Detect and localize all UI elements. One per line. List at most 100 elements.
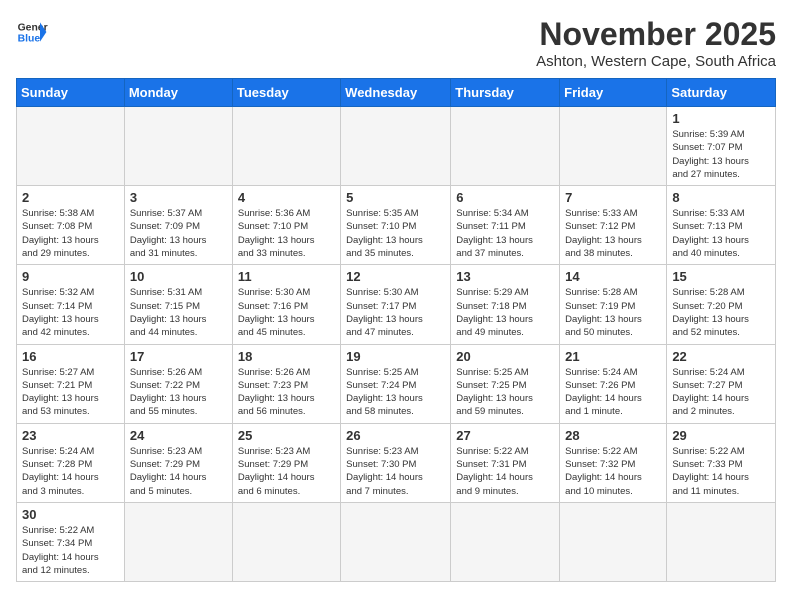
day-info: Sunrise: 5:28 AM Sunset: 7:19 PM Dayligh…: [565, 286, 661, 339]
day-info: Sunrise: 5:27 AM Sunset: 7:21 PM Dayligh…: [22, 366, 119, 419]
calendar-cell: 16 Sunrise: 5:27 AM Sunset: 7:21 PM Dayli…: [17, 344, 125, 423]
day-info: Sunrise: 5:24 AM Sunset: 7:26 PM Dayligh…: [565, 366, 661, 419]
logo: General Blue: [16, 16, 48, 48]
day-info: Sunrise: 5:25 AM Sunset: 7:24 PM Dayligh…: [346, 366, 445, 419]
weekday-header-monday: Monday: [124, 79, 232, 107]
page-header: General Blue November 2025 Ashton, Weste…: [16, 16, 776, 70]
calendar-cell: 20 Sunrise: 5:25 AM Sunset: 7:25 PM Dayli…: [451, 344, 560, 423]
svg-text:Blue: Blue: [18, 34, 41, 45]
calendar-cell: 29Sunrise: 5:22 AM Sunset: 7:33 PM Dayli…: [667, 423, 776, 502]
calendar-cell: 12 Sunrise: 5:30 AM Sunset: 7:17 PM Dayli…: [341, 265, 451, 344]
month-year-title: November 2025: [536, 16, 776, 53]
calendar-cell: [17, 107, 125, 186]
day-info: Sunrise: 5:28 AM Sunset: 7:20 PM Dayligh…: [672, 286, 770, 339]
day-number: 2: [22, 190, 119, 205]
day-info: Sunrise: 5:22 AM Sunset: 7:31 PM Dayligh…: [456, 445, 554, 498]
day-number: 30: [22, 507, 119, 522]
calendar-cell: 28 Sunrise: 5:22 AM Sunset: 7:32 PM Dayli…: [560, 423, 667, 502]
day-info: Sunrise: 5:35 AM Sunset: 7:10 PM Dayligh…: [346, 207, 445, 260]
logo-icon: General Blue: [16, 16, 48, 48]
day-info: Sunrise: 5:23 AM Sunset: 7:30 PM Dayligh…: [346, 445, 445, 498]
calendar-cell: 24 Sunrise: 5:23 AM Sunset: 7:29 PM Dayli…: [124, 423, 232, 502]
calendar-cell: 6Sunrise: 5:34 AM Sunset: 7:11 PM Daylig…: [451, 186, 560, 265]
calendar-week-row: 30Sunrise: 5:22 AM Sunset: 7:34 PM Dayli…: [17, 502, 776, 581]
calendar-cell: [124, 502, 232, 581]
day-info: Sunrise: 5:31 AM Sunset: 7:15 PM Dayligh…: [130, 286, 227, 339]
calendar-cell: [232, 107, 340, 186]
day-info: Sunrise: 5:33 AM Sunset: 7:13 PM Dayligh…: [672, 207, 770, 260]
calendar-table: SundayMondayTuesdayWednesdayThursdayFrid…: [16, 78, 776, 582]
day-info: Sunrise: 5:23 AM Sunset: 7:29 PM Dayligh…: [130, 445, 227, 498]
calendar-cell: [560, 502, 667, 581]
day-number: 28: [565, 428, 661, 443]
day-number: 1: [672, 111, 770, 126]
weekday-header-tuesday: Tuesday: [232, 79, 340, 107]
day-number: 6: [456, 190, 554, 205]
calendar-cell: 7Sunrise: 5:33 AM Sunset: 7:12 PM Daylig…: [560, 186, 667, 265]
calendar-cell: 19 Sunrise: 5:25 AM Sunset: 7:24 PM Dayli…: [341, 344, 451, 423]
day-number: 10: [130, 269, 227, 284]
day-info: Sunrise: 5:26 AM Sunset: 7:23 PM Dayligh…: [238, 366, 335, 419]
calendar-cell: 4Sunrise: 5:36 AM Sunset: 7:10 PM Daylig…: [232, 186, 340, 265]
calendar-cell: 3Sunrise: 5:37 AM Sunset: 7:09 PM Daylig…: [124, 186, 232, 265]
day-number: 24: [130, 428, 227, 443]
day-number: 9: [22, 269, 119, 284]
weekday-header-saturday: Saturday: [667, 79, 776, 107]
calendar-cell: [667, 502, 776, 581]
day-number: 27: [456, 428, 554, 443]
calendar-cell: 27 Sunrise: 5:22 AM Sunset: 7:31 PM Dayli…: [451, 423, 560, 502]
calendar-cell: 9 Sunrise: 5:32 AM Sunset: 7:14 PM Daylig…: [17, 265, 125, 344]
day-number: 16: [22, 349, 119, 364]
weekday-header-wednesday: Wednesday: [341, 79, 451, 107]
calendar-cell: [451, 107, 560, 186]
calendar-cell: 1Sunrise: 5:39 AM Sunset: 7:07 PM Daylig…: [667, 107, 776, 186]
location-subtitle: Ashton, Western Cape, South Africa: [536, 53, 776, 70]
calendar-cell: 30Sunrise: 5:22 AM Sunset: 7:34 PM Dayli…: [17, 502, 125, 581]
day-number: 23: [22, 428, 119, 443]
day-number: 22: [672, 349, 770, 364]
calendar-week-row: 2Sunrise: 5:38 AM Sunset: 7:08 PM Daylig…: [17, 186, 776, 265]
calendar-week-row: 1Sunrise: 5:39 AM Sunset: 7:07 PM Daylig…: [17, 107, 776, 186]
calendar-cell: [341, 502, 451, 581]
calendar-cell: [451, 502, 560, 581]
calendar-cell: 11 Sunrise: 5:30 AM Sunset: 7:16 PM Dayli…: [232, 265, 340, 344]
day-info: Sunrise: 5:29 AM Sunset: 7:18 PM Dayligh…: [456, 286, 554, 339]
calendar-cell: 18 Sunrise: 5:26 AM Sunset: 7:23 PM Dayli…: [232, 344, 340, 423]
calendar-cell: 8Sunrise: 5:33 AM Sunset: 7:13 PM Daylig…: [667, 186, 776, 265]
calendar-cell: 22Sunrise: 5:24 AM Sunset: 7:27 PM Dayli…: [667, 344, 776, 423]
weekday-header-row: SundayMondayTuesdayWednesdayThursdayFrid…: [17, 79, 776, 107]
calendar-cell: [560, 107, 667, 186]
day-info: Sunrise: 5:32 AM Sunset: 7:14 PM Dayligh…: [22, 286, 119, 339]
calendar-week-row: 16 Sunrise: 5:27 AM Sunset: 7:21 PM Dayli…: [17, 344, 776, 423]
day-number: 18: [238, 349, 335, 364]
day-info: Sunrise: 5:37 AM Sunset: 7:09 PM Dayligh…: [130, 207, 227, 260]
day-info: Sunrise: 5:24 AM Sunset: 7:28 PM Dayligh…: [22, 445, 119, 498]
day-number: 12: [346, 269, 445, 284]
day-number: 26: [346, 428, 445, 443]
calendar-cell: [232, 502, 340, 581]
calendar-cell: [341, 107, 451, 186]
day-info: Sunrise: 5:23 AM Sunset: 7:29 PM Dayligh…: [238, 445, 335, 498]
calendar-cell: 15Sunrise: 5:28 AM Sunset: 7:20 PM Dayli…: [667, 265, 776, 344]
day-number: 19: [346, 349, 445, 364]
day-number: 29: [672, 428, 770, 443]
day-number: 20: [456, 349, 554, 364]
day-info: Sunrise: 5:30 AM Sunset: 7:16 PM Dayligh…: [238, 286, 335, 339]
day-number: 17: [130, 349, 227, 364]
day-number: 25: [238, 428, 335, 443]
weekday-header-thursday: Thursday: [451, 79, 560, 107]
calendar-cell: 2Sunrise: 5:38 AM Sunset: 7:08 PM Daylig…: [17, 186, 125, 265]
day-number: 7: [565, 190, 661, 205]
calendar-cell: 5Sunrise: 5:35 AM Sunset: 7:10 PM Daylig…: [341, 186, 451, 265]
day-info: Sunrise: 5:26 AM Sunset: 7:22 PM Dayligh…: [130, 366, 227, 419]
day-info: Sunrise: 5:25 AM Sunset: 7:25 PM Dayligh…: [456, 366, 554, 419]
day-number: 11: [238, 269, 335, 284]
calendar-week-row: 23 Sunrise: 5:24 AM Sunset: 7:28 PM Dayli…: [17, 423, 776, 502]
day-info: Sunrise: 5:22 AM Sunset: 7:32 PM Dayligh…: [565, 445, 661, 498]
calendar-cell: 10 Sunrise: 5:31 AM Sunset: 7:15 PM Dayli…: [124, 265, 232, 344]
calendar-cell: 21 Sunrise: 5:24 AM Sunset: 7:26 PM Dayli…: [560, 344, 667, 423]
day-info: Sunrise: 5:30 AM Sunset: 7:17 PM Dayligh…: [346, 286, 445, 339]
day-number: 21: [565, 349, 661, 364]
day-number: 4: [238, 190, 335, 205]
calendar-cell: 23 Sunrise: 5:24 AM Sunset: 7:28 PM Dayli…: [17, 423, 125, 502]
